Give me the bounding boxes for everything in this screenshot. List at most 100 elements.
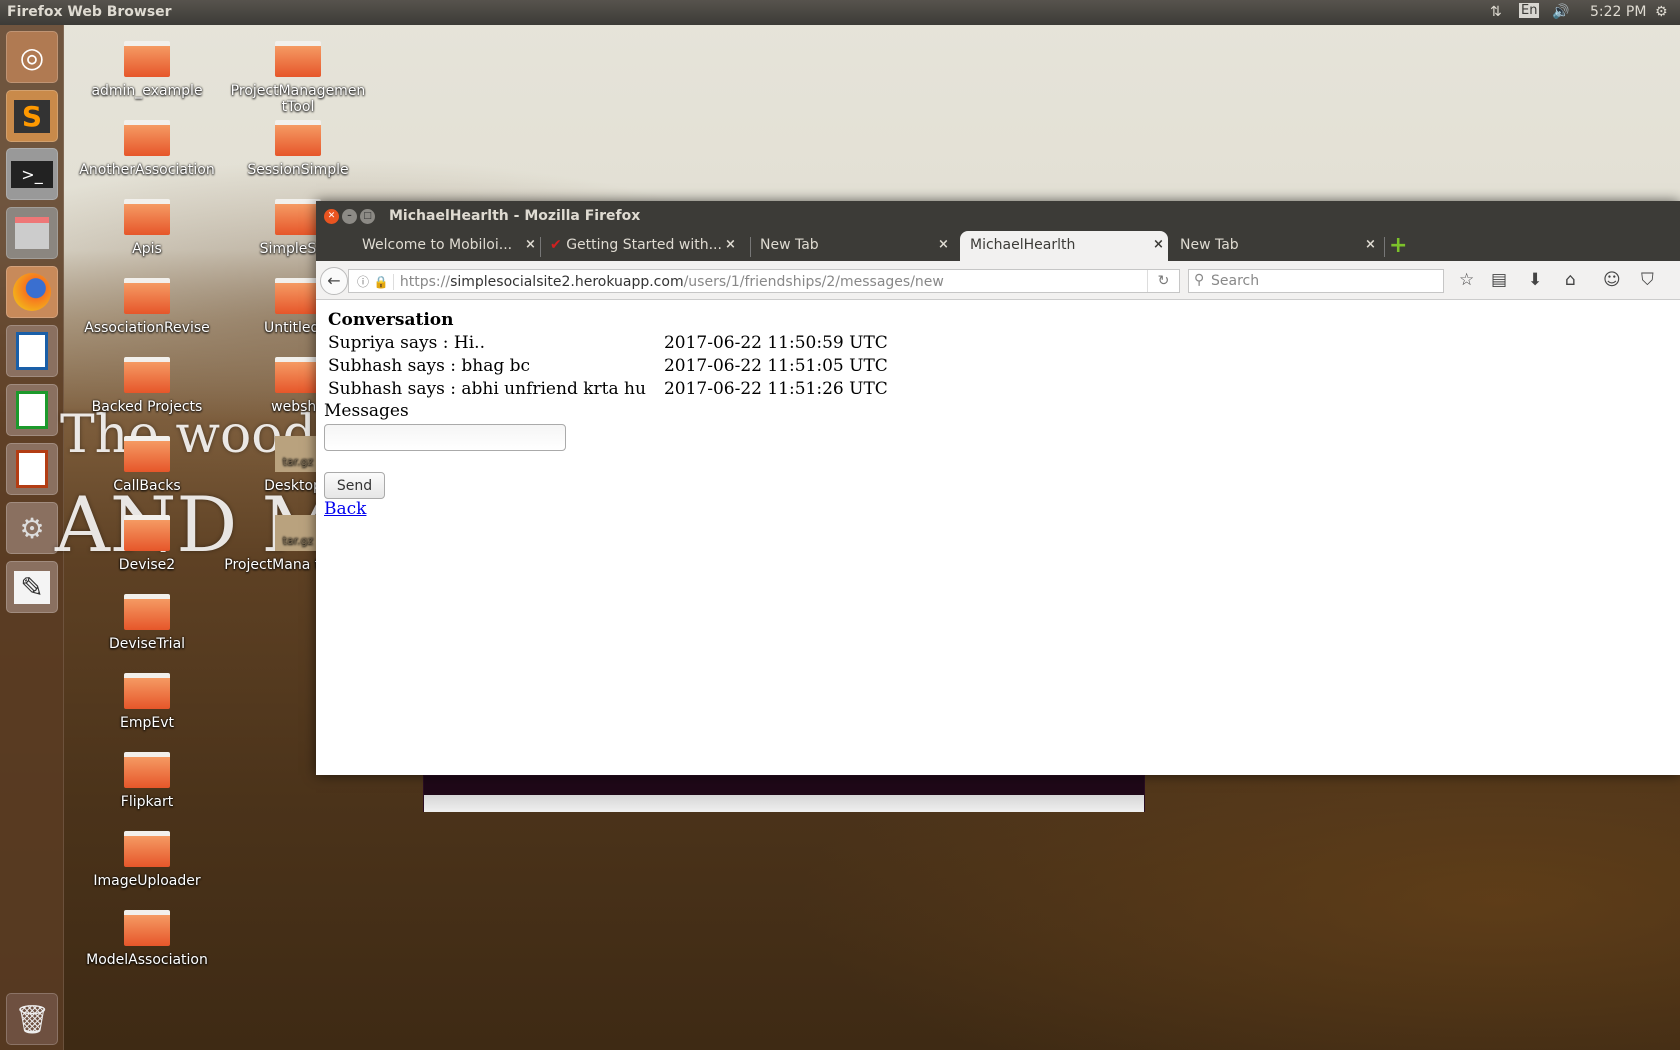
url-bar[interactable]: ⓘ 🔒 https://simplesocialsite2.herokuapp.… [348, 269, 1180, 293]
folder-icon [124, 594, 170, 630]
sublime-text-icon[interactable]: S [6, 90, 58, 142]
folder-label: Backed Projects [91, 399, 203, 415]
page-content: Conversation Supriya says : Hi.. 2017-06-… [316, 300, 1680, 527]
url-path: /users/1/friendships/2/messages/new [683, 274, 944, 290]
tab-welcome[interactable]: Welcome to Mobiloi... × [346, 231, 536, 261]
desktop-folder[interactable]: AnotherAssociation [72, 120, 222, 178]
folder-label: AnotherAssociation [79, 162, 215, 178]
folder-icon [275, 357, 321, 393]
window-titlebar[interactable]: ✕ – □ MichaelHearlth - Mozilla Firefox [316, 201, 1680, 231]
system-settings-icon[interactable]: ⚙ [6, 502, 58, 554]
tab-label: Getting Started with... [566, 237, 722, 253]
item-label: SessionSimple [247, 162, 349, 178]
tab-label: New Tab [760, 237, 819, 253]
minimize-window-button[interactable]: – [342, 209, 357, 224]
new-tab-plus-icon[interactable]: + [1389, 233, 1407, 258]
ubuntu-dash-icon[interactable]: ◎ [6, 31, 58, 83]
rails-favicon-icon: ✔ [550, 237, 562, 253]
desktop-folder[interactable]: AssociationRevise [72, 278, 222, 336]
desktop-folder[interactable]: DeviseTrial [72, 594, 222, 652]
desktop-folder[interactable]: Flipkart [72, 752, 222, 810]
folder-icon [124, 357, 170, 393]
tab-label: New Tab [1180, 237, 1239, 253]
firefox-icon[interactable] [6, 266, 58, 318]
trash-icon[interactable]: 🗑 [6, 993, 58, 1045]
tab-getting-started[interactable]: ✔ Getting Started with... × [542, 231, 738, 261]
close-tab-icon[interactable]: × [525, 237, 536, 252]
message-text: Hi.. [453, 333, 485, 353]
desktop-folder[interactable]: ProjectManagemen tTool [223, 41, 373, 115]
tab-label: Welcome to Mobiloi... [362, 237, 513, 253]
archive-icon: tar.gz [275, 515, 321, 551]
message-row: Subhash says : bhag bc 2017-06-22 11:51:0… [327, 355, 889, 378]
desktop-folder[interactable]: Backed Projects [72, 357, 222, 415]
tab-new-tab-2[interactable]: New Tab × [1172, 231, 1377, 261]
desktop-folder[interactable]: ModelAssociation [72, 910, 222, 968]
home-icon[interactable]: ⌂ [1565, 270, 1576, 290]
tab-new-tab[interactable]: New Tab × [752, 231, 952, 261]
close-tab-icon[interactable]: × [725, 237, 736, 252]
message-input[interactable] [324, 424, 566, 451]
firefox-window: ✕ – □ MichaelHearlth - Mozilla Firefox W… [316, 201, 1680, 775]
volume-icon[interactable]: 🔊 [1552, 4, 1569, 20]
message-text: bhag bc [461, 356, 531, 376]
terminal-icon[interactable]: >_ [6, 148, 58, 200]
desktop-folder[interactable]: CallBacks [72, 436, 222, 494]
conversation-table: Conversation Supriya says : Hi.. 2017-06-… [324, 308, 892, 401]
close-tab-icon[interactable]: × [1365, 237, 1376, 252]
folder-icon [124, 41, 170, 77]
folder-label: AssociationRevise [84, 320, 210, 336]
folder-label: EmpEvt [120, 715, 174, 731]
keyboard-layout-indicator[interactable]: En [1519, 3, 1540, 18]
window-title: MichaelHearlth - Mozilla Firefox [389, 208, 641, 224]
pocket-icon[interactable]: ⛉ [1641, 270, 1654, 290]
messages-label: Messages [324, 401, 409, 421]
maximize-window-button[interactable]: □ [360, 209, 375, 224]
folder-icon [124, 278, 170, 314]
lock-icon: 🔒 [373, 275, 389, 289]
close-window-button[interactable]: ✕ [324, 209, 339, 224]
network-icon[interactable]: ⇅ [1490, 4, 1502, 20]
send-button[interactable]: Send [324, 472, 385, 499]
desktop-folder[interactable]: admin_example [72, 41, 222, 99]
downloads-icon[interactable]: ⬇ [1528, 270, 1542, 290]
desktop-folder[interactable]: EmpEvt [72, 673, 222, 731]
item-label: ProjectManagemen tTool [230, 83, 366, 115]
folder-icon [124, 752, 170, 788]
reload-icon[interactable]: ↻ [1147, 270, 1179, 292]
bookmarks-menu-icon[interactable]: ▤ [1491, 270, 1507, 290]
desktop-folder[interactable]: ImageUploader [72, 831, 222, 889]
folder-label: admin_example [91, 83, 203, 99]
text-editor-icon[interactable]: ✎ [6, 561, 58, 613]
libreoffice-writer-icon[interactable] [6, 325, 58, 377]
search-box[interactable]: ⚲ Search [1188, 269, 1444, 293]
back-button[interactable]: ← [320, 267, 348, 295]
desktop-folder[interactable]: SessionSimple [223, 120, 373, 178]
folder-icon [275, 278, 321, 314]
chat-icon[interactable]: ☺ [1603, 270, 1621, 290]
back-link[interactable]: Back [324, 499, 1672, 519]
folder-icon [124, 120, 170, 156]
clock[interactable]: 5:22 PM [1590, 4, 1646, 20]
libreoffice-impress-icon[interactable] [6, 443, 58, 495]
conversation-heading: Conversation [328, 310, 454, 330]
files-icon[interactable] [6, 207, 58, 259]
message-time: 2017-06-22 11:50:59 UTC [663, 333, 888, 353]
bookmark-star-icon[interactable]: ☆ [1459, 270, 1474, 290]
folder-label: CallBacks [113, 478, 181, 494]
url-scheme: https:// [392, 274, 451, 290]
search-placeholder: Search [1211, 273, 1260, 289]
info-icon[interactable]: ⓘ [357, 275, 369, 289]
close-tab-icon[interactable]: × [938, 237, 949, 252]
libreoffice-calc-icon[interactable] [6, 384, 58, 436]
folder-label: DeviseTrial [108, 636, 186, 652]
desktop-folder[interactable]: Devise2 [72, 515, 222, 573]
tab-michaelhearlth[interactable]: MichaelHearlth × [960, 231, 1168, 261]
settings-gear-icon[interactable]: ⚙ [1655, 4, 1668, 20]
message-text: abhi unfriend krta hu [461, 379, 646, 399]
tab-strip: Welcome to Mobiloi... × ✔ Getting Started… [316, 231, 1680, 261]
close-tab-icon[interactable]: × [1153, 237, 1164, 252]
desktop-folder[interactable]: Apis [72, 199, 222, 257]
message-row: Supriya says : Hi.. 2017-06-22 11:50:59 U… [327, 332, 889, 355]
top-panel: Firefox Web Browser ⇅ En 🔊 5:22 PM ⚙ [0, 0, 1680, 25]
